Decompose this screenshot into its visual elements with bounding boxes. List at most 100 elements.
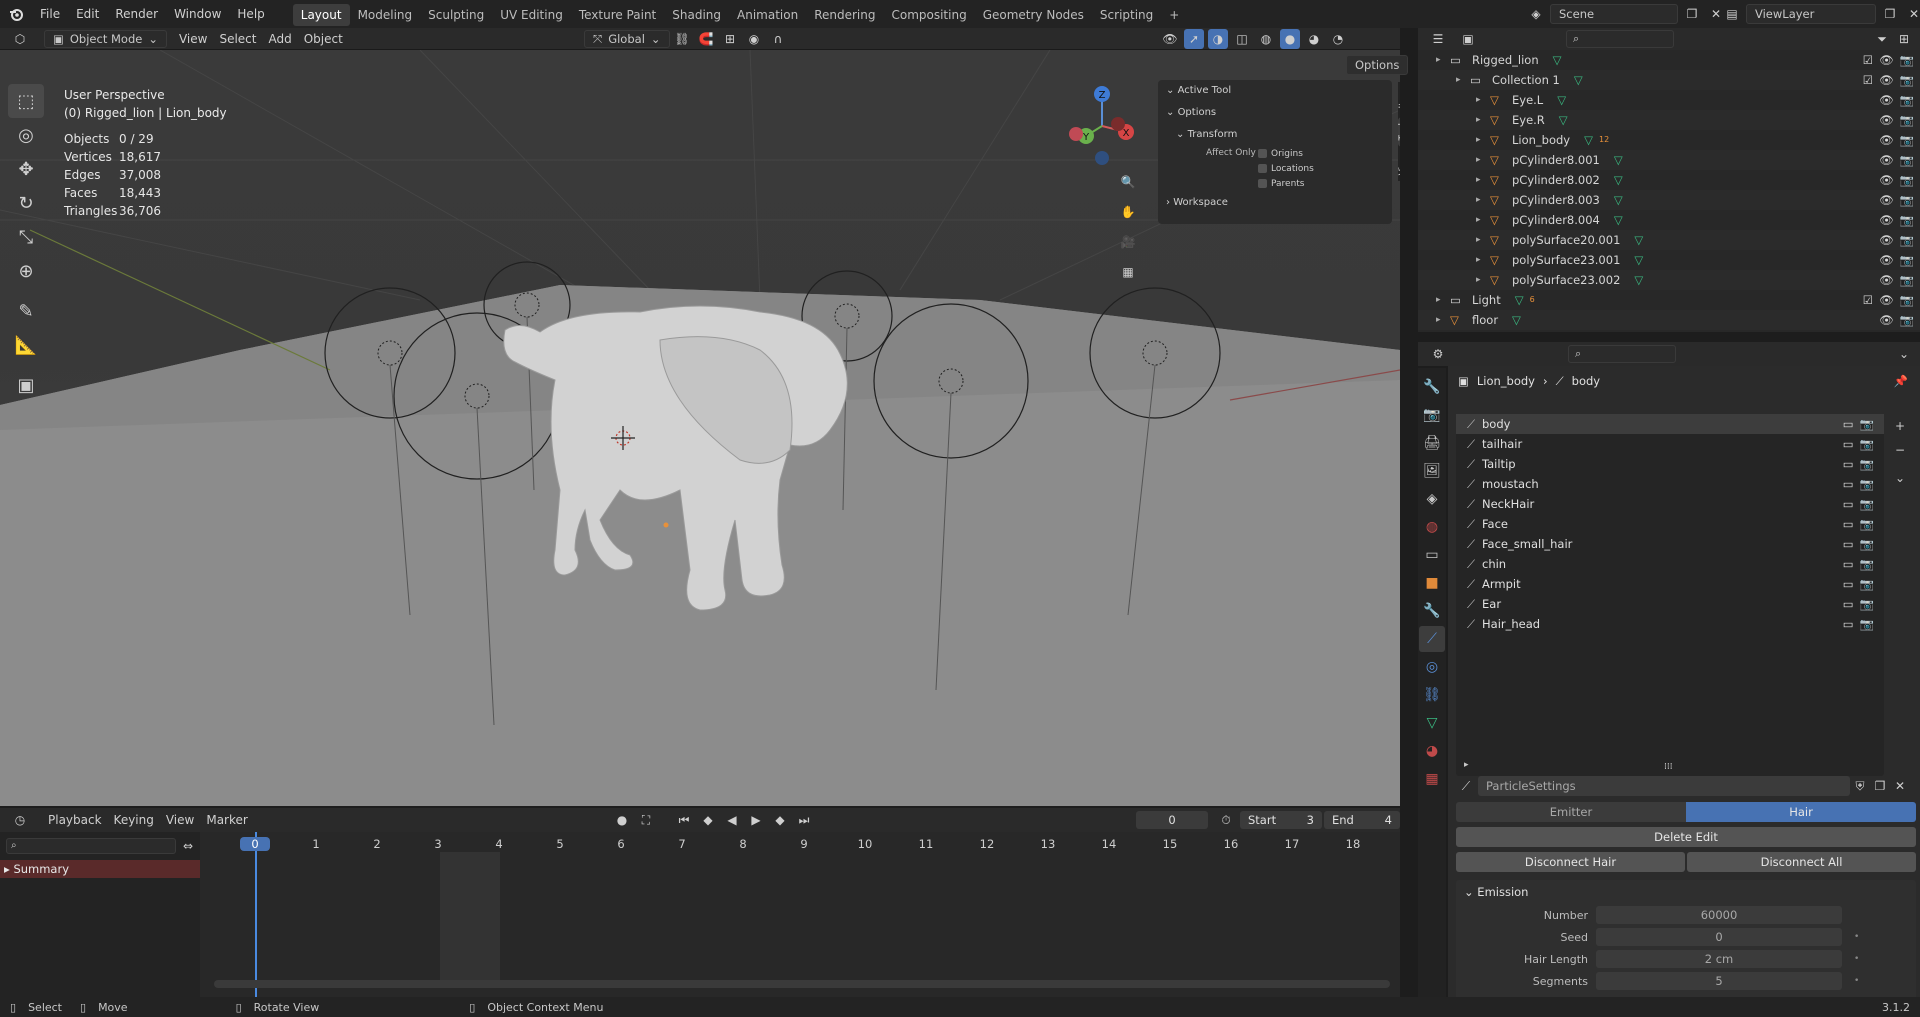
viewport-menu-view[interactable]: View xyxy=(173,29,213,49)
expand-arrow-icon[interactable]: ▸ xyxy=(1436,50,1450,70)
eye-icon[interactable]: 👁 xyxy=(1879,190,1894,210)
annotate-tool[interactable]: ✎ xyxy=(8,294,44,328)
channel-search[interactable]: ⌕ xyxy=(6,838,176,854)
current-frame-field[interactable]: 0 xyxy=(1136,811,1208,829)
particle-system-item[interactable]: ⟋ Tailtip ▭ 📷 xyxy=(1456,454,1884,474)
eye-icon[interactable]: 👁 xyxy=(1879,250,1894,270)
workspace-tab-animation[interactable]: Animation xyxy=(729,4,806,26)
menu-window[interactable]: Window xyxy=(166,0,229,28)
expand-arrow-icon[interactable]: ▸ xyxy=(1476,110,1490,130)
expand-arrow-icon[interactable]: ▸ xyxy=(1476,150,1490,170)
new-collection-icon[interactable]: ⊞ xyxy=(1894,29,1914,49)
eye-icon[interactable]: 👁 xyxy=(1879,110,1894,130)
show-render-icon[interactable]: 📷 xyxy=(1860,514,1874,534)
rotate-tool[interactable]: ↻ xyxy=(8,186,44,220)
timeline-menu-keying[interactable]: Keying xyxy=(108,810,160,830)
zoom-icon[interactable]: 🔍 xyxy=(1116,170,1140,194)
falloff-icon[interactable]: ∩ xyxy=(768,29,788,49)
type-emitter-button[interactable]: Emitter xyxy=(1456,802,1686,822)
show-render-icon[interactable]: 📷 xyxy=(1860,554,1874,574)
show-viewport-icon[interactable]: ▭ xyxy=(1843,514,1854,534)
pin-icon[interactable]: 📌 xyxy=(1894,374,1908,388)
outliner-row[interactable]: ▸ ▽ floor ▽ 👁 📷 xyxy=(1418,310,1920,330)
particles-tab-icon[interactable]: ⟋ xyxy=(1419,626,1445,652)
sidebar-tab-item[interactable]: Item xyxy=(1398,82,1400,115)
render-camera-icon[interactable]: 📷 xyxy=(1900,290,1914,310)
output-tab-icon[interactable]: 🖨 xyxy=(1419,430,1445,456)
expand-arrow-icon[interactable]: ▸ xyxy=(1476,230,1490,250)
visibility-icon[interactable]: 👁 xyxy=(1160,29,1180,49)
render-camera-icon[interactable]: 📷 xyxy=(1900,310,1914,330)
menu-file[interactable]: File xyxy=(32,0,68,28)
outliner-row[interactable]: ▸ ▭ Light ▽ 6 ☑ 👁 📷 xyxy=(1418,290,1920,310)
checkbox-box[interactable] xyxy=(1258,179,1267,188)
tool-tab-icon[interactable]: 🔧 xyxy=(1419,374,1445,400)
outliner-editor-icon[interactable]: ☰ xyxy=(1428,29,1448,49)
outliner-row[interactable]: ▸ ▭ Rigged_lion ▽ ☑ 👁 📷 xyxy=(1418,50,1920,70)
fake-user-icon[interactable]: ⛨ xyxy=(1850,776,1870,796)
render-camera-icon[interactable]: 📷 xyxy=(1900,250,1914,270)
material-tab-icon[interactable]: ◕ xyxy=(1419,738,1445,764)
keyframe-dot-icon[interactable]: • xyxy=(1854,954,1859,964)
keyframe-dot-icon[interactable]: • xyxy=(1854,932,1859,942)
show-render-icon[interactable]: 📷 xyxy=(1860,474,1874,494)
show-render-icon[interactable]: 📷 xyxy=(1860,534,1874,554)
outliner-row[interactable]: ▸ ▽ pCylinder8.001 ▽ 👁 📷 xyxy=(1418,150,1920,170)
exclude-checkbox[interactable]: ☑ xyxy=(1863,70,1873,90)
add-cube-tool[interactable]: ▣ xyxy=(8,368,44,402)
show-render-icon[interactable]: 📷 xyxy=(1860,434,1874,454)
sidebar-tab-tool[interactable]: Tool xyxy=(1398,116,1400,146)
show-viewport-icon[interactable]: ▭ xyxy=(1843,554,1854,574)
expand-arrow-icon[interactable]: ▸ xyxy=(1476,130,1490,150)
filter-icon[interactable]: ⏷ xyxy=(1872,29,1892,49)
particle-system-item[interactable]: ⟋ Face_small_hair ▭ 📷 xyxy=(1456,534,1884,554)
particle-system-item[interactable]: ⟋ chin ▭ 📷 xyxy=(1456,554,1884,574)
list-resize-handle[interactable]: ⁞⁞⁞ xyxy=(1664,762,1673,772)
outliner-row[interactable]: ▸ ▽ polySurface20.001 ▽ 👁 📷 xyxy=(1418,230,1920,250)
play-icon[interactable]: ▶ xyxy=(746,810,766,830)
snap-target-icon[interactable]: ⊞ xyxy=(720,29,740,49)
summary-channel[interactable]: ▸ Summary xyxy=(0,860,200,878)
show-viewport-icon[interactable]: ▭ xyxy=(1843,494,1854,514)
remove-slot-icon[interactable]: − xyxy=(1890,440,1910,460)
render-camera-icon[interactable]: 📷 xyxy=(1900,190,1914,210)
checkbox-origins[interactable]: Origins xyxy=(1258,146,1314,161)
options-button[interactable]: Options xyxy=(1346,55,1409,75)
scene-tab-icon[interactable]: ◈ xyxy=(1419,486,1445,512)
field-value[interactable]: 60000 xyxy=(1596,906,1842,924)
outliner-row[interactable]: ▸ ▽ Eye.R ▽ 👁 📷 xyxy=(1418,110,1920,130)
particle-system-item[interactable]: ⟋ NeckHair ▭ 📷 xyxy=(1456,494,1884,514)
show-viewport-icon[interactable]: ▭ xyxy=(1843,434,1854,454)
viewport-3d[interactable]: User Perspective (0) Rigged_lion | Lion_… xyxy=(0,50,1400,806)
expand-arrow-icon[interactable]: ▸ xyxy=(1476,250,1490,270)
exclude-checkbox[interactable]: ☑ xyxy=(1863,290,1873,310)
snap-icon[interactable]: 🧲 xyxy=(696,29,716,49)
expand-arrow-icon[interactable]: ▸ xyxy=(1476,90,1490,110)
eye-icon[interactable]: 👁 xyxy=(1879,90,1894,110)
chevron-down-icon[interactable]: ⌄ xyxy=(1890,468,1910,488)
editor-type-icon[interactable]: ⬡ xyxy=(10,29,30,49)
prev-keyframe-icon[interactable]: ◆ xyxy=(698,810,718,830)
camera-view-icon[interactable]: 🎥 xyxy=(1116,230,1140,254)
scene-field[interactable]: Scene xyxy=(1550,4,1678,24)
eye-icon[interactable]: 👁 xyxy=(1879,70,1894,90)
keyframe-dot-icon[interactable]: • xyxy=(1854,976,1859,986)
render-camera-icon[interactable]: 📷 xyxy=(1900,270,1914,290)
expand-arrow-icon[interactable]: ▸ xyxy=(1476,210,1490,230)
material-shading-icon[interactable]: ◕ xyxy=(1304,29,1324,49)
world-tab-icon[interactable]: ◍ xyxy=(1419,514,1445,540)
workspace-header[interactable]: › Workspace xyxy=(1158,192,1392,214)
pivot-icon[interactable]: ⛓ xyxy=(672,29,692,49)
show-render-icon[interactable]: 📷 xyxy=(1860,414,1874,434)
navigation-gizmo[interactable]: Z X Y xyxy=(1062,86,1142,166)
add-slot-icon[interactable]: + xyxy=(1890,416,1910,436)
collection-tab-icon[interactable]: ▭ xyxy=(1419,542,1445,568)
show-viewport-icon[interactable]: ▭ xyxy=(1843,414,1854,434)
eye-icon[interactable]: 👁 xyxy=(1879,270,1894,290)
timeline-menu-view[interactable]: View xyxy=(160,810,200,830)
object-tab-icon[interactable]: ■ xyxy=(1419,570,1445,596)
new-view-layer-icon[interactable]: ❐ xyxy=(1880,4,1900,24)
show-viewport-icon[interactable]: ▭ xyxy=(1843,574,1854,594)
select-box-tool[interactable]: ⬚ xyxy=(8,84,44,118)
expand-arrow-icon[interactable]: ▸ xyxy=(1476,190,1490,210)
